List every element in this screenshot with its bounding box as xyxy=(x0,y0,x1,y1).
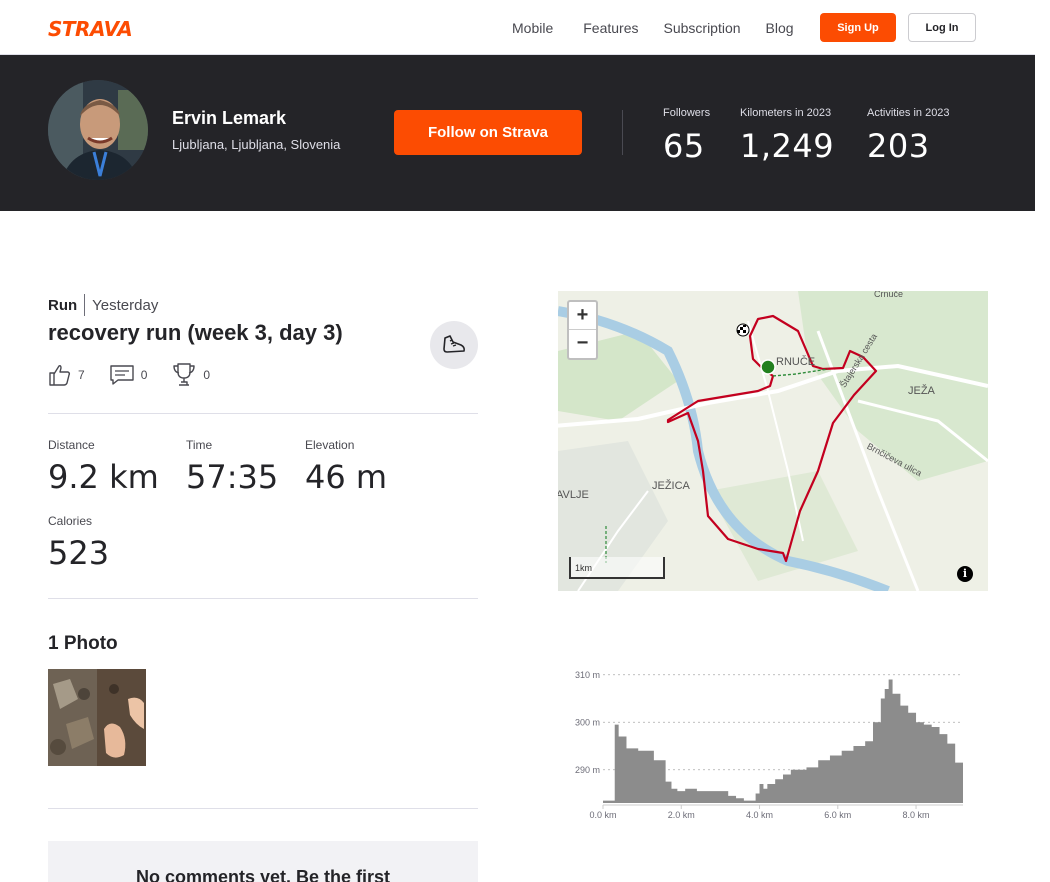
achievements[interactable]: 0 xyxy=(171,362,210,388)
trophy-icon xyxy=(173,363,196,386)
stat-kilometers: Kilometers in 2023 1,249 xyxy=(740,107,834,165)
achievement-count: 0 xyxy=(203,368,211,382)
log-in-button[interactable]: Log In xyxy=(908,13,976,42)
stat-value: 9.2 km xyxy=(48,458,159,496)
x-tick-label: 4.0 km xyxy=(746,810,773,820)
athlete-name[interactable]: Ervin Lemark xyxy=(172,108,286,129)
stat-value: 203 xyxy=(867,127,930,165)
x-tick-label: 8.0 km xyxy=(903,810,930,820)
thumbs-up-icon xyxy=(49,365,71,386)
stat-value: 46 m xyxy=(305,458,388,496)
map-label: JEŽICA xyxy=(652,480,690,492)
stat-label: Distance xyxy=(48,438,95,452)
nav-link-blog[interactable]: Blog xyxy=(766,20,794,36)
strava-logo[interactable]: STRAVA xyxy=(48,17,133,41)
y-tick-label: 300 m xyxy=(575,717,600,727)
activity-photo[interactable] xyxy=(48,669,146,766)
comments-section: No comments yet. Be the first xyxy=(48,841,478,882)
stat-time: Time 57:35 xyxy=(186,438,278,496)
nav-link-subscription[interactable]: Subscription xyxy=(664,20,741,36)
zoom-control: + − xyxy=(567,300,598,360)
stat-label: Kilometers in 2023 xyxy=(740,107,832,119)
header-divider xyxy=(622,110,623,155)
activity-type: Run xyxy=(48,296,78,314)
stat-label: Calories xyxy=(48,514,93,528)
stat-label: Activities in 2023 xyxy=(867,107,950,119)
map-label: AVLJE xyxy=(558,489,589,501)
x-tick-label: 0.0 km xyxy=(589,810,616,820)
route-map[interactable]: Črnuče RNUČE JEŽA Štajerska cesta Brnčič… xyxy=(558,291,988,591)
kudos[interactable]: 7 xyxy=(48,363,85,387)
social-bar: 7 0 0 xyxy=(48,362,234,388)
stat-value: 1,249 xyxy=(740,127,835,165)
activity-title: recovery run (week 3, day 3) xyxy=(48,320,343,345)
y-tick-label: 310 m xyxy=(575,670,600,680)
page: STRAVA Mobile Features Subscription Blog… xyxy=(0,0,1035,882)
map-scale: 1km xyxy=(569,557,665,579)
zoom-out-button[interactable]: − xyxy=(569,330,596,358)
comments[interactable]: 0 xyxy=(109,364,148,386)
stat-value: 65 xyxy=(663,127,705,165)
map-label: Črnuče xyxy=(874,291,904,299)
stat-label: Followers xyxy=(663,107,711,119)
kudos-count: 7 xyxy=(78,368,85,382)
stat-value: 523 xyxy=(48,534,110,572)
divider xyxy=(48,808,478,809)
divider xyxy=(48,598,478,599)
stat-label: Elevation xyxy=(305,438,355,452)
athlete-location: Ljubljana, Ljubljana, Slovenia xyxy=(172,137,341,152)
stat-distance: Distance 9.2 km xyxy=(48,438,159,496)
info-icon[interactable]: i xyxy=(957,566,973,582)
athlete-avatar[interactable] xyxy=(48,80,148,180)
nav-link-mobile[interactable]: Mobile xyxy=(512,20,553,36)
nav-link-features[interactable]: Features xyxy=(583,20,638,36)
elevation-chart: 290 m 300 m 310 m 0.0 km 2.0 km 4.0 km 6.0 km 8… xyxy=(558,660,988,830)
elevation-area xyxy=(603,679,963,803)
x-tick-label: 6.0 km xyxy=(824,810,851,820)
elevation-chart-svg: 290 m 300 m 310 m 0.0 km 2.0 km 4.0 km 6.0 km 8… xyxy=(575,670,963,820)
stat-label: Time xyxy=(186,438,213,452)
sign-up-button[interactable]: Sign Up xyxy=(820,13,896,42)
activity-meta: Run Yesterday xyxy=(48,294,158,316)
athlete-header: Ervin Lemark Ljubljana, Ljubljana, Slove… xyxy=(0,55,1035,211)
divider xyxy=(48,413,478,414)
comment-count: 0 xyxy=(140,368,148,382)
stat-elevation: Elevation 46 m xyxy=(305,438,387,496)
meta-divider xyxy=(84,294,86,316)
map-label: RNUČE xyxy=(776,356,816,368)
nav-links: Mobile Features Subscription Blog xyxy=(512,20,832,36)
stat-calories: Calories 523 xyxy=(48,514,109,572)
comment-icon xyxy=(109,365,134,385)
x-tick-label: 2.0 km xyxy=(668,810,695,820)
follow-button[interactable]: Follow on Strava xyxy=(394,110,582,155)
zoom-in-button[interactable]: + xyxy=(569,302,596,330)
stat-activities: Activities in 2023 203 xyxy=(867,107,950,165)
top-nav: STRAVA Mobile Features Subscription Blog… xyxy=(0,0,1035,55)
stat-followers: Followers 65 xyxy=(663,107,710,165)
photos-heading: 1 Photo xyxy=(48,633,118,654)
stat-value: 57:35 xyxy=(186,458,279,496)
map-label: JEŽA xyxy=(908,385,935,397)
no-comments-message: No comments yet. Be the first xyxy=(135,867,391,882)
run-shoe-icon xyxy=(430,321,478,369)
activity-date: Yesterday xyxy=(92,296,159,314)
y-tick-label: 290 m xyxy=(575,765,600,775)
